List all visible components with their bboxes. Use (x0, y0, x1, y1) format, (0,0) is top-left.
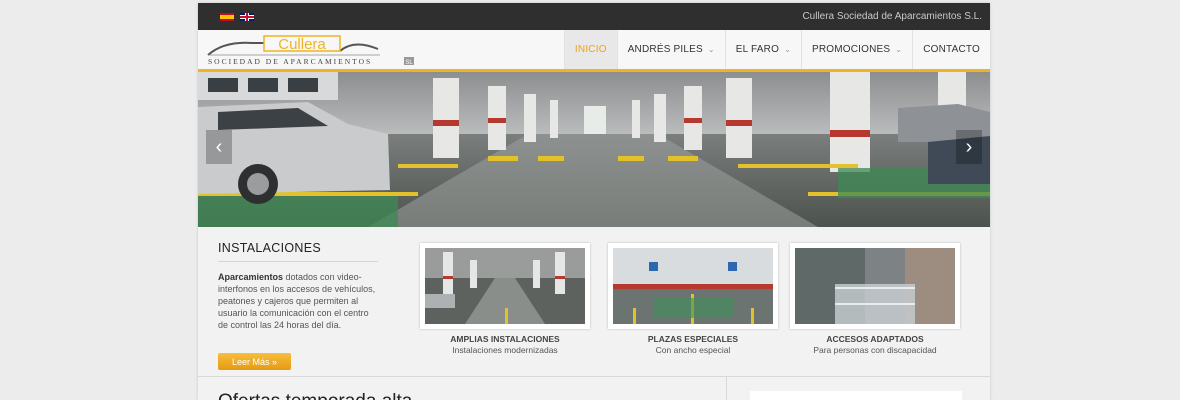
card-title: ACCESOS ADAPTADOS (826, 334, 924, 344)
page-container: Cullera Sociedad de Aparcamientos S.L. C… (198, 3, 990, 400)
card-subtitle: Para personas con discapacidad (813, 345, 937, 355)
parking-garage-image (198, 72, 990, 227)
nav-el-faro[interactable]: EL FARO ⌄ (724, 30, 801, 69)
nav-andres-piles[interactable]: ANDRÉS PILES ⌄ (616, 30, 725, 69)
card-thumbnail (790, 243, 960, 329)
nav-label: EL FARO (735, 44, 780, 55)
slider-next-button[interactable]: › (956, 130, 982, 164)
logo-tagline: SOCIEDAD DE APARCAMIENTOS (208, 57, 372, 66)
installations-heading: INSTALACIONES (218, 241, 378, 262)
car-logo-icon: Cullera SOCIEDAD DE APARCAMIENTOS SL (207, 35, 414, 66)
offers-section: Ofertas temporada alta (198, 376, 990, 400)
nav-contacto[interactable]: CONTACTO (912, 30, 990, 69)
card-thumbnail (420, 243, 590, 329)
nav-label: INICIO (574, 44, 607, 55)
card-thumbnail (608, 243, 778, 329)
nav-promociones[interactable]: PROMOCIONES ⌄ (800, 30, 912, 69)
feature-card-amplias[interactable]: AMPLIAS INSTALACIONES Instalaciones mode… (420, 243, 590, 355)
company-name: Cullera Sociedad de Aparcamientos S.L. (802, 11, 982, 22)
logo-suffix: SL (405, 60, 413, 66)
hero-slider: ‹ › (198, 72, 990, 227)
nav-inicio[interactable]: INICIO (563, 30, 617, 69)
special-spaces-photo-icon (613, 248, 773, 324)
sidebar-box (750, 391, 962, 400)
offers-title: Ofertas temporada alta (218, 391, 412, 400)
nav-label: CONTACTO (923, 44, 980, 55)
features-section: INSTALACIONES Aparcamientos dotados con … (198, 227, 990, 377)
garage-photo-icon (425, 248, 585, 324)
card-title: AMPLIAS INSTALACIONES (450, 334, 560, 344)
installations-block: INSTALACIONES Aparcamientos dotados con … (218, 241, 378, 370)
nav-label: ANDRÉS PILES (627, 44, 703, 55)
card-subtitle: Con ancho especial (655, 345, 731, 355)
card-subtitle: Instalaciones modernizadas (452, 345, 558, 355)
feature-card-plazas[interactable]: PLAZAS ESPECIALES Con ancho especial (608, 243, 778, 355)
chevron-left-icon: ‹ (215, 135, 223, 158)
card-title: PLAZAS ESPECIALES (647, 334, 739, 344)
uk-flag-icon[interactable] (240, 13, 254, 21)
top-bar: Cullera Sociedad de Aparcamientos S.L. (198, 3, 990, 30)
accessible-entrance-photo-icon (795, 248, 955, 324)
logo-word: Cullera (278, 36, 326, 53)
site-logo[interactable]: Cullera SOCIEDAD DE APARCAMIENTOS SL (204, 35, 418, 67)
spanish-flag-icon[interactable] (220, 13, 234, 21)
read-more-button[interactable]: Leer Más » (218, 353, 291, 370)
installations-bold: Aparcamientos (218, 272, 284, 282)
installations-text: Aparcamientos dotados con video-interfon… (218, 271, 378, 331)
chevron-down-icon: ⌄ (784, 45, 791, 54)
section-divider (726, 377, 727, 400)
nav-label: PROMOCIONES (811, 44, 891, 55)
chevron-down-icon: ⌄ (707, 45, 715, 54)
chevron-right-icon: › (965, 135, 973, 158)
chevron-down-icon: ⌄ (895, 45, 903, 54)
feature-card-accesos[interactable]: ACCESOS ADAPTADOS Para personas con disc… (790, 243, 960, 355)
header: Cullera SOCIEDAD DE APARCAMIENTOS SL INI… (198, 30, 990, 72)
main-nav: INICIO ANDRÉS PILES ⌄ EL FARO ⌄ PROMOCIONE… (563, 30, 990, 69)
slider-prev-button[interactable]: ‹ (206, 130, 232, 164)
